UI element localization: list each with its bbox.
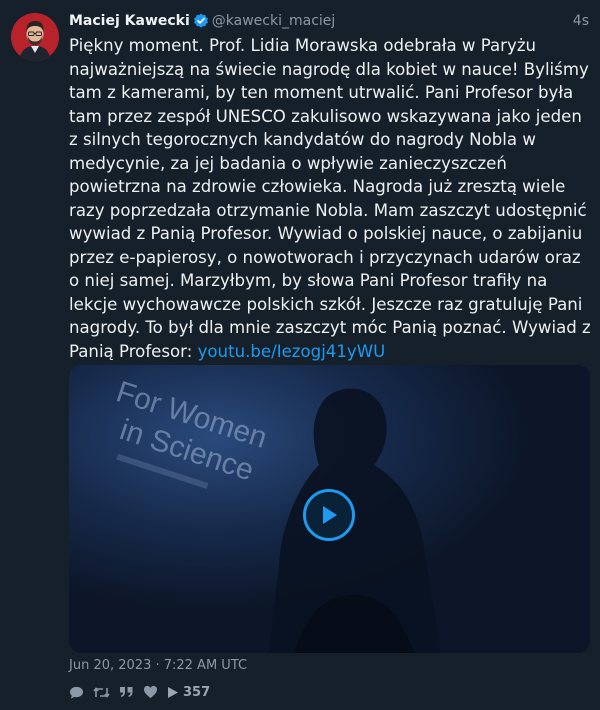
tweet-time-ago[interactable]: 4s <box>573 13 589 29</box>
tweet-header: Maciej Kawecki @kawecki_maciej 4s <box>69 11 589 31</box>
view-count: 357 <box>183 684 211 700</box>
tweet-card: Maciej Kawecki @kawecki_maciej 4s Piękny… <box>0 0 600 710</box>
retweet-icon <box>93 686 110 698</box>
views-indicator[interactable]: 357 <box>167 685 210 700</box>
tweet-date[interactable]: Jun 20, 2023 · 7:22 AM UTC <box>69 658 247 673</box>
like-button[interactable] <box>143 685 158 699</box>
heart-icon <box>143 685 158 699</box>
play-icon <box>168 686 178 698</box>
tweet-text-body: Piękny moment. Prof. Lidia Morawska odeb… <box>69 36 591 361</box>
quote-button[interactable] <box>119 685 134 699</box>
retweet-button[interactable] <box>93 685 110 700</box>
tweet-text: Piękny moment. Prof. Lidia Morawska odeb… <box>69 34 591 363</box>
avatar[interactable] <box>11 13 59 61</box>
play-button[interactable] <box>303 489 355 541</box>
video-thumbnail[interactable]: For Women in Science <box>69 365 590 653</box>
quote-icon <box>120 687 133 697</box>
action-bar: 357 <box>69 683 219 701</box>
verified-badge-icon <box>193 13 209 29</box>
reply-button[interactable] <box>69 685 84 700</box>
comment-icon <box>69 686 84 699</box>
author-name[interactable]: Maciej Kawecki <box>69 13 190 29</box>
tweet-link[interactable]: youtu.be/Iezogj41yWU <box>198 342 386 361</box>
author-handle[interactable]: @kawecki_maciej <box>212 13 336 29</box>
play-icon <box>323 506 337 524</box>
